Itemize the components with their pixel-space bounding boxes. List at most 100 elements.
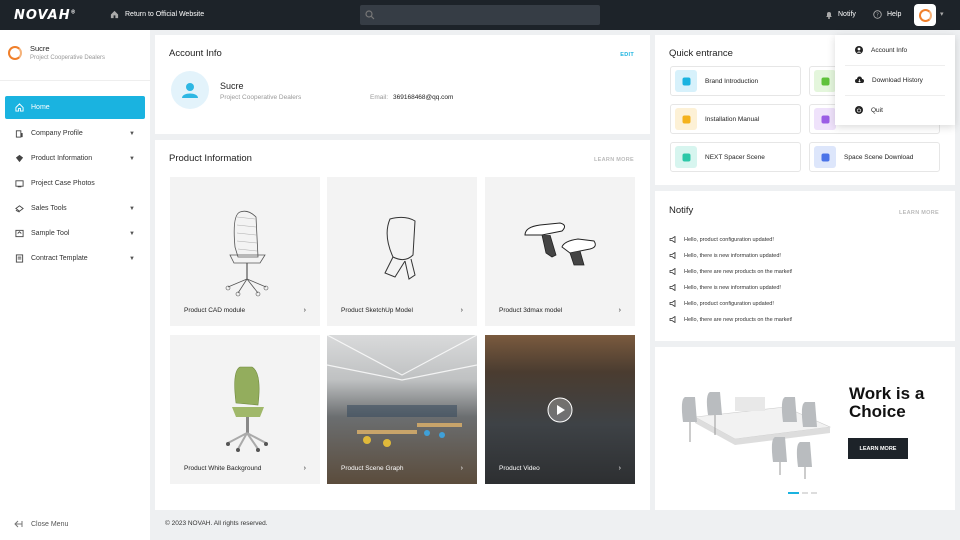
quick-entrance-title: Quick entrance [669,48,733,59]
notify-item[interactable]: Hello, there is new information updated! [669,252,781,259]
sidebar-item-label: Project Case Photos [31,180,95,187]
banner-headline: Work is a Choice [849,384,925,421]
sidebar-profile[interactable]: Sucre Project Cooperative Dealers [8,44,105,61]
chevron-down-icon[interactable]: ▾ [940,10,944,18]
sidebar-item-sample-tool[interactable]: Sample Tool ▼ [5,221,145,246]
carousel-dot-active[interactable] [788,492,799,494]
quick-entrance-item[interactable]: Space Scene Download [809,142,940,172]
product-info-title: Product Information [169,153,252,164]
chevron-right-icon: › [618,307,621,314]
notify-text: Hello, there is new information updated! [684,284,781,291]
avatar [171,71,209,109]
carousel-dot[interactable] [811,492,817,494]
notify-item[interactable]: Hello, there are new products on the mar… [669,316,793,323]
armrest-drawing [524,222,596,266]
user-avatar-button[interactable] [914,4,936,26]
dropdown-quit[interactable]: Quit [835,95,955,125]
tile-3dmax-model[interactable]: Product 3dmax model › [485,177,635,326]
tile-label: Product SketchUp Model [341,307,413,314]
product-info-card: Product Information LEARN MORE Product C… [155,140,650,510]
office-scene-image [327,335,477,447]
quick-entrance-label: NEXT Spacer Scene [705,153,765,161]
tile-label: Product 3dmax model [499,307,563,314]
sample-icon [15,229,24,238]
chevron-down-icon: ▼ [129,130,135,137]
notify-card: Notify LEARN MORE Hello, product configu… [655,191,955,341]
tile-scene-graph[interactable]: Product Scene Graph › [327,335,477,484]
divider [0,80,150,81]
sidebar: Sucre Project Cooperative Dealers Home Co… [0,30,150,540]
chevron-right-icon: › [618,465,621,472]
avatar [8,45,22,60]
learn-more-link[interactable]: LEARN MORE [594,157,634,163]
tile-label: Product White Background [184,465,262,472]
chevron-down-icon: ▼ [129,255,135,262]
megaphone-icon [669,300,676,307]
quick-entrance-icon [814,146,836,168]
notify-item[interactable]: Hello, there is new information updated! [669,284,781,291]
sidebar-item-project-case-photos[interactable]: Project Case Photos [5,171,145,196]
play-icon[interactable] [547,397,573,423]
notify-text: Hello, there are new products on the mar… [684,268,793,275]
carousel-dot[interactable] [802,492,808,494]
help-icon: ? [873,10,882,19]
megaphone-icon [669,316,676,323]
chair-line-drawing [225,210,269,297]
user-dropdown-menu: Account Info Download History Quit [835,35,955,125]
account-name: Sucre [220,81,244,91]
quick-entrance-item[interactable]: Brand Introduction [670,66,801,96]
notify-item[interactable]: Hello, there are new products on the mar… [669,268,793,275]
office-desk-image [681,392,832,479]
chair-back-line-drawing [384,216,416,280]
quick-entrance-label: Brand Introduction [705,77,759,85]
sidebar-item-label: Sample Tool [31,230,70,237]
quick-entrance-icon [675,108,697,130]
tile-white-background[interactable]: Product White Background › [170,335,320,484]
tools-icon [15,205,24,213]
banner-learn-more-button[interactable]: LEARN MORE [848,438,908,459]
carousel-indicators [788,492,817,494]
chevron-down-icon: ▼ [129,155,135,162]
sidebar-item-home[interactable]: Home [5,96,145,119]
sidebar-item-sales-tools[interactable]: Sales Tools ▼ [5,196,145,221]
avatar-logo-icon [918,8,932,22]
power-icon [855,106,863,114]
search-input[interactable] [360,5,600,25]
learn-more-link[interactable]: LEARN MORE [899,210,939,216]
sidebar-menu: Home Company Profile ▼ Product Information ▼… [5,96,145,271]
user-icon [182,83,198,98]
home-icon [15,103,24,112]
chevron-down-icon: ▼ [129,205,135,212]
dropdown-download-history[interactable]: Download History [835,65,955,95]
email-value: 369168468@qq.com [393,94,454,101]
tile-product-video[interactable]: Product Video › [485,335,635,484]
help-button[interactable]: ? Help [873,10,901,19]
return-to-website-link[interactable]: Return to Official Website [110,10,204,19]
dropdown-account-info[interactable]: Account Info [835,35,955,65]
notify-item[interactable]: Hello, product configuration updated! [669,300,774,307]
edit-link[interactable]: EDIT [620,52,634,58]
tile-sketchup-model[interactable]: Product SketchUp Model › [327,177,477,326]
tile-label: Product CAD module [184,307,246,314]
quick-entrance-item[interactable]: Installation Manual [670,104,801,134]
building-icon [15,130,23,138]
email-label: Email: [370,94,389,101]
green-chair-image [226,366,268,452]
cloud-download-icon [855,76,864,83]
notify-item[interactable]: Hello, product configuration updated! [669,236,774,243]
product-icon [15,154,24,163]
chevron-right-icon: › [460,307,463,314]
logo[interactable]: NOVAH® [14,8,77,23]
quick-entrance-icon [814,70,836,92]
megaphone-icon [669,236,676,243]
account-role: Project Cooperative Dealers [220,94,302,101]
account-info-card: Account Info EDIT Sucre Project Cooperat… [155,35,650,134]
close-menu-button[interactable]: Close Menu [14,520,68,528]
notify-button[interactable]: Notify [825,10,856,19]
tile-cad-module[interactable]: Product CAD module › [170,177,320,326]
sidebar-item-company-profile[interactable]: Company Profile ▼ [5,121,145,146]
sidebar-item-product-information[interactable]: Product Information ▼ [5,146,145,171]
quick-entrance-item[interactable]: NEXT Spacer Scene [670,142,801,172]
chevron-down-icon: ▼ [129,230,135,237]
sidebar-item-contract-template[interactable]: Contract Template ▼ [5,246,145,271]
